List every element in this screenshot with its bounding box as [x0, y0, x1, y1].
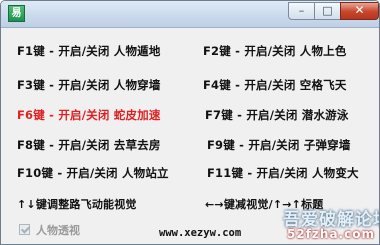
perspective-checkbox[interactable]: 人物透视	[19, 222, 80, 238]
hotkey-f6: F6键 - 开启/关闭 蛇皮加速	[17, 108, 161, 122]
hotkey-f3: F3键 - 开启/关闭 人物穿墙	[17, 78, 161, 92]
hotkey-f11: F11键 - 开启/关闭 人物变大	[207, 166, 359, 180]
hotkey-f1: F1键 - 开启/关闭 人物遁地	[17, 44, 161, 58]
maximize-button[interactable]: □	[314, 2, 341, 20]
hotkey-f9: F9键 - 开启/关闭 子弹穿墙	[207, 138, 351, 152]
checkbox-checked-icon[interactable]	[19, 224, 30, 235]
watermark-url: 52fzha.com	[287, 227, 375, 241]
hotkey-panel: F1键 - 开启/关闭 人物遁地 F2键 - 开启/关闭 人物上色 F3键 - …	[1, 28, 379, 244]
title-bar[interactable]: 易 – □ ✕	[1, 1, 379, 28]
hotkey-f8: F8键 - 开启/关闭 去草去房	[17, 138, 161, 152]
site-url: www.xezyw.com	[159, 227, 242, 239]
hotkey-f4: F4键 - 开启/关闭 空格飞天	[203, 78, 347, 92]
app-window: 易 – □ ✕ F1键 - 开启/关闭 人物遁地 F2键 - 开启/关闭 人物上…	[0, 0, 380, 245]
hotkey-f10: F10键 - 开启/关闭 人物站立	[17, 166, 169, 180]
close-button[interactable]: ✕	[340, 2, 379, 20]
minimize-button[interactable]: –	[288, 2, 315, 20]
hotkey-f7: F7键 - 开启/关闭 潜水游泳	[205, 108, 349, 122]
arrow-updown-hint: ↑↓键调整路飞动能视觉	[17, 198, 137, 211]
app-icon: 易	[8, 5, 25, 22]
hotkey-f2: F2键 - 开启/关闭 人物上色	[203, 44, 347, 58]
perspective-checkbox-label: 人物透视	[36, 224, 80, 237]
